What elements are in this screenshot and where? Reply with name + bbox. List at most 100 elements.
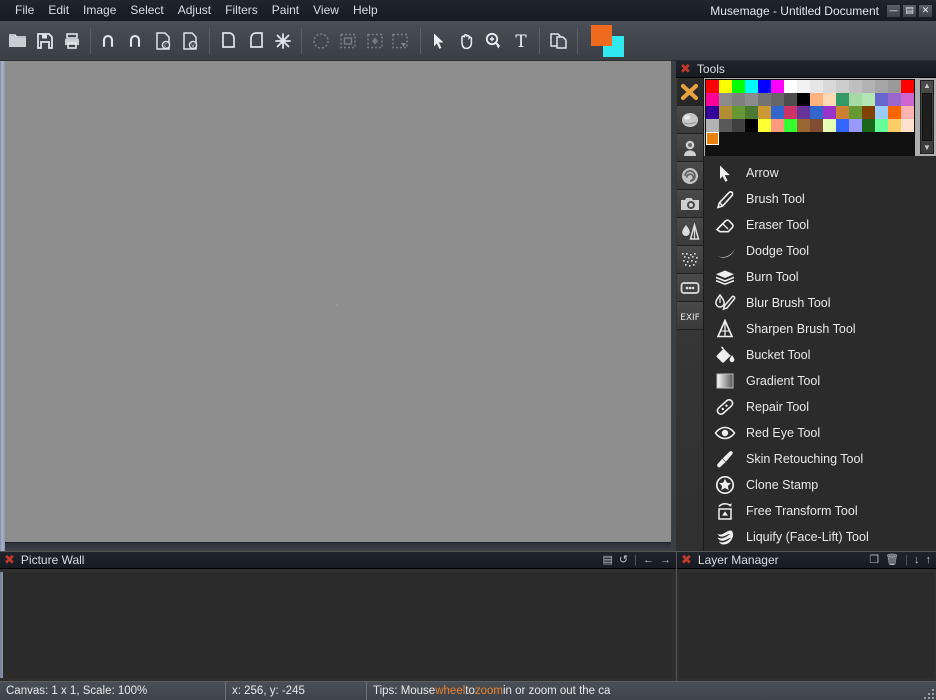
exif-info-icon[interactable]: EXIF: [676, 302, 703, 330]
tool-item-blur-brush-tool[interactable]: Blur Brush Tool: [704, 290, 936, 316]
color-swatch[interactable]: [771, 93, 784, 106]
close-icon[interactable]: ✖: [680, 63, 691, 76]
color-swatch[interactable]: [810, 106, 823, 119]
menu-item-paint[interactable]: Paint: [265, 1, 306, 20]
color-swatch[interactable]: [901, 80, 914, 93]
color-swatch[interactable]: [849, 93, 862, 106]
move-layer-up-icon[interactable]: ↑: [926, 554, 932, 566]
menu-item-adjust[interactable]: Adjust: [171, 1, 218, 20]
tool-item-arrow[interactable]: Arrow: [704, 160, 936, 186]
rect-select-icon[interactable]: [334, 26, 361, 56]
swirl-distort-icon[interactable]: [676, 162, 703, 190]
color-swatch[interactable]: [888, 93, 901, 106]
auto-enhance-icon[interactable]: [269, 26, 296, 56]
color-swatch[interactable]: [823, 119, 836, 132]
tool-item-clone-stamp[interactable]: Clone Stamp: [704, 472, 936, 498]
color-swatch[interactable]: [732, 93, 745, 106]
maximize-button[interactable]: ▤: [902, 3, 917, 18]
color-swatch[interactable]: [732, 106, 745, 119]
close-button[interactable]: ✕: [918, 3, 933, 18]
zoom-magnifier-icon[interactable]: [480, 26, 507, 56]
color-swatch-pair[interactable]: [591, 24, 625, 57]
color-swatch[interactable]: [862, 93, 875, 106]
refresh-icon[interactable]: ↺: [619, 554, 628, 566]
color-swatch[interactable]: [836, 119, 849, 132]
open-folder-icon[interactable]: ▤: [603, 554, 613, 566]
color-swatch[interactable]: [875, 80, 888, 93]
color-swatch[interactable]: [784, 80, 797, 93]
color-swatch[interactable]: [888, 106, 901, 119]
color-swatch[interactable]: [810, 119, 823, 132]
color-swatch[interactable]: [732, 119, 745, 132]
color-swatch[interactable]: [758, 80, 771, 93]
tool-item-red-eye-tool[interactable]: Red Eye Tool: [704, 420, 936, 446]
rotate-right-icon[interactable]: [242, 26, 269, 56]
color-swatch[interactable]: [784, 93, 797, 106]
menu-item-filters[interactable]: Filters: [218, 1, 265, 20]
canvas-horizontal-scrollbar[interactable]: [5, 542, 671, 551]
save-icon[interactable]: [31, 26, 58, 56]
tool-item-skin-retouching-tool[interactable]: Skin Retouching Tool: [704, 446, 936, 472]
color-swatch[interactable]: [836, 80, 849, 93]
undo-icon[interactable]: [96, 26, 123, 56]
badge-stamp-icon[interactable]: [676, 134, 703, 162]
color-swatch[interactable]: [784, 119, 797, 132]
color-swatch[interactable]: [784, 106, 797, 119]
close-icon[interactable]: ✖: [4, 554, 15, 567]
color-swatch[interactable]: [888, 80, 901, 93]
tool-item-brush-tool[interactable]: Brush Tool: [704, 186, 936, 212]
color-swatch[interactable]: [706, 106, 719, 119]
tool-item-eraser-tool[interactable]: Eraser Tool: [704, 212, 936, 238]
resize-grip[interactable]: [920, 685, 934, 699]
color-swatch[interactable]: [810, 80, 823, 93]
tool-item-dodge-tool[interactable]: Dodge Tool: [704, 238, 936, 264]
text-tool-icon[interactable]: T: [507, 26, 534, 56]
color-palette-grid[interactable]: [705, 79, 915, 156]
color-swatch[interactable]: [706, 93, 719, 106]
color-swatch[interactable]: [719, 106, 732, 119]
hand-pan-icon[interactable]: [453, 26, 480, 56]
menu-item-select[interactable]: Select: [123, 1, 170, 20]
blur-sharpen-icon[interactable]: [676, 218, 703, 246]
color-swatch[interactable]: [797, 80, 810, 93]
color-swatch[interactable]: [719, 80, 732, 93]
color-swatch[interactable]: [875, 93, 888, 106]
tool-item-bucket-tool[interactable]: Bucket Tool: [704, 342, 936, 368]
paste-doc-icon[interactable]: V: [177, 26, 204, 56]
color-swatch[interactable]: [771, 119, 784, 132]
add-layer-icon[interactable]: ❐: [869, 554, 879, 566]
next-arrow-icon[interactable]: →: [660, 554, 671, 566]
color-swatch[interactable]: [758, 119, 771, 132]
menu-item-image[interactable]: Image: [76, 1, 123, 20]
delete-layer-icon[interactable]: 🗑: [885, 554, 899, 566]
color-swatch[interactable]: [901, 119, 914, 132]
menu-item-help[interactable]: Help: [346, 1, 385, 20]
color-swatch[interactable]: [745, 106, 758, 119]
arrow-pointer-icon[interactable]: [426, 26, 453, 56]
effects-sphere-icon[interactable]: [676, 106, 703, 134]
color-swatch[interactable]: [849, 80, 862, 93]
menu-item-view[interactable]: View: [306, 1, 346, 20]
tool-item-repair-tool[interactable]: Repair Tool: [704, 394, 936, 420]
color-swatch[interactable]: [758, 106, 771, 119]
move-layer-down-icon[interactable]: ↓: [914, 554, 920, 566]
select-dropdown-icon[interactable]: [388, 26, 415, 56]
canvas-document-area[interactable]: [5, 61, 671, 542]
layer-list[interactable]: [679, 572, 934, 678]
color-swatch[interactable]: [745, 80, 758, 93]
color-swatch[interactable]: [862, 106, 875, 119]
scroll-down-arrow-icon[interactable]: ▼: [923, 143, 931, 153]
color-swatch[interactable]: [849, 119, 862, 132]
duplicate-layer-icon[interactable]: [545, 26, 572, 56]
open-folder-icon[interactable]: [4, 26, 31, 56]
tool-item-burn-tool[interactable]: Burn Tool: [704, 264, 936, 290]
close-icon[interactable]: ✖: [681, 554, 692, 567]
color-swatch[interactable]: [875, 106, 888, 119]
palette-scroll-thumb[interactable]: [922, 93, 932, 141]
color-swatch[interactable]: [719, 119, 732, 132]
magic-wand-select-icon[interactable]: [361, 26, 388, 56]
color-swatch[interactable]: [823, 106, 836, 119]
color-swatch[interactable]: [706, 132, 719, 145]
tools-icon[interactable]: [676, 78, 703, 106]
color-swatch[interactable]: [901, 106, 914, 119]
